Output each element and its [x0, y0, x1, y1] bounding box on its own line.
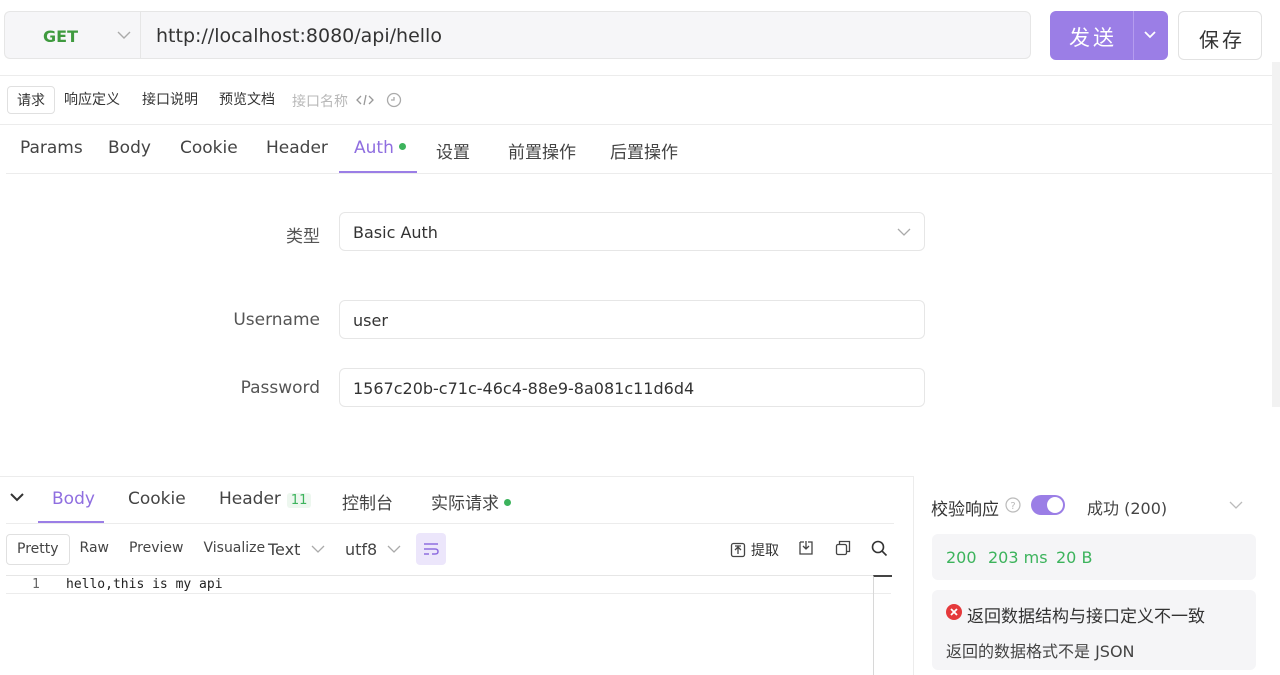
- username-label: Username: [233, 310, 320, 330]
- collapse-chevron-icon[interactable]: [10, 492, 24, 502]
- send-button[interactable]: 发送: [1050, 11, 1168, 60]
- tab-request[interactable]: 请求: [7, 86, 55, 114]
- method-select[interactable]: GET: [4, 11, 140, 59]
- response-stats-card: 200 203 ms 20 B: [932, 534, 1256, 580]
- chevron-down-icon: [311, 544, 325, 554]
- scrollbar-track[interactable]: [1272, 62, 1280, 407]
- response-divider: [0, 476, 913, 477]
- line-number: 1: [32, 577, 40, 592]
- tab-cookie[interactable]: Cookie: [180, 138, 238, 158]
- top-divider: [0, 75, 1272, 76]
- url-text: http://localhost:8080/api/hello: [156, 25, 442, 47]
- request-tabs-divider: [6, 173, 1272, 174]
- status-code: 200: [946, 548, 977, 567]
- format-pretty[interactable]: Pretty: [6, 534, 70, 565]
- tab-auth[interactable]: Auth: [354, 138, 406, 158]
- tab-response-definition[interactable]: 响应定义: [55, 86, 129, 114]
- encoding-select[interactable]: utf8: [345, 540, 377, 559]
- tab-pre-operations[interactable]: 前置操作: [508, 138, 576, 163]
- sync-icon[interactable]: [386, 92, 402, 108]
- extract-icon: [730, 542, 746, 558]
- help-icon: ?: [1005, 497, 1021, 513]
- tab-params[interactable]: Params: [20, 138, 83, 158]
- error-detail: 返回的数据格式不是 JSON: [946, 642, 1135, 661]
- response-body-text: hello,this is my api: [66, 577, 223, 592]
- extract-button[interactable]: 提取: [730, 540, 779, 560]
- api-name-input[interactable]: 接口名称: [292, 91, 348, 111]
- send-label: 发送: [1069, 26, 1117, 50]
- resp-tab-actual-request-label: 实际请求: [431, 494, 499, 514]
- username-input[interactable]: user: [339, 300, 925, 339]
- chevron-down-icon: [897, 227, 911, 237]
- username-value: user: [353, 311, 388, 330]
- encoding-value: utf8: [345, 540, 378, 559]
- word-wrap-button[interactable]: [416, 533, 446, 565]
- code-icon[interactable]: [356, 93, 374, 107]
- copy-icon[interactable]: [835, 540, 851, 556]
- response-time: 203 ms: [988, 548, 1048, 567]
- validate-response-label: 校验响应: [931, 500, 999, 520]
- method-label: GET: [43, 27, 78, 46]
- send-options-chevron-icon[interactable]: [1143, 30, 1157, 40]
- error-icon: [946, 604, 962, 620]
- format-raw[interactable]: Raw: [70, 534, 119, 565]
- password-label: Password: [240, 378, 320, 398]
- url-input[interactable]: http://localhost:8080/api/hello: [140, 11, 1031, 59]
- tab-header[interactable]: Header: [266, 138, 328, 158]
- password-value: 1567c20b-c71c-46c4-88e9-8a081c11d6d4: [353, 379, 695, 398]
- subtab-divider: [0, 124, 1272, 125]
- auth-type-value: Basic Auth: [353, 223, 438, 242]
- download-icon[interactable]: [798, 540, 814, 556]
- search-icon[interactable]: [871, 540, 888, 557]
- format-visualize[interactable]: Visualize: [193, 534, 275, 565]
- resp-tab-console[interactable]: 控制台: [342, 489, 393, 514]
- resp-tab-header-label: Header: [219, 489, 281, 509]
- format-segmented-control: Pretty Raw Preview Visualize: [6, 534, 275, 565]
- validation-error-card: 返回数据结构与接口定义不一致 返回的数据格式不是 JSON: [932, 590, 1256, 670]
- tab-settings[interactable]: 设置: [436, 138, 470, 163]
- resp-tabs-divider: [6, 523, 894, 524]
- save-button[interactable]: 保存: [1178, 11, 1262, 60]
- chevron-down-icon[interactable]: [1229, 500, 1243, 510]
- extract-label: 提取: [751, 543, 779, 559]
- actual-request-dot: [504, 499, 511, 506]
- auth-type-select[interactable]: Basic Auth: [339, 212, 925, 251]
- text-type-select[interactable]: Text: [268, 540, 300, 559]
- header-count-badge: 11: [286, 493, 312, 508]
- error-title: 返回数据结构与接口定义不一致: [967, 607, 1205, 627]
- svg-text:?: ?: [1010, 501, 1015, 512]
- resp-tab-actual-request[interactable]: 实际请求: [431, 489, 511, 514]
- auth-type-label: 类型: [286, 227, 320, 247]
- resp-tab-cookie[interactable]: Cookie: [128, 489, 186, 509]
- auth-active-dot: [398, 143, 406, 150]
- validate-toggle[interactable]: [1031, 495, 1065, 515]
- text-type-value: Text: [268, 540, 301, 559]
- save-label: 保存: [1199, 28, 1245, 52]
- tab-body[interactable]: Body: [108, 138, 151, 158]
- send-split-divider: [1133, 11, 1134, 60]
- resp-tab-header[interactable]: Header 11: [219, 489, 312, 509]
- editor-minimap[interactable]: [873, 575, 892, 675]
- wrap-icon: [423, 542, 439, 556]
- resp-tab-body[interactable]: Body: [52, 489, 95, 509]
- chevron-down-icon: [387, 544, 401, 554]
- format-preview[interactable]: Preview: [119, 534, 194, 565]
- tab-preview-docs[interactable]: 预览文档: [210, 86, 284, 114]
- tab-auth-label: Auth: [354, 138, 394, 158]
- password-input[interactable]: 1567c20b-c71c-46c4-88e9-8a081c11d6d4: [339, 368, 925, 407]
- toggle-knob: [1047, 497, 1063, 513]
- chevron-down-icon: [117, 30, 131, 40]
- tab-api-description[interactable]: 接口说明: [133, 86, 207, 114]
- response-size: 20 B: [1056, 548, 1093, 567]
- validation-status[interactable]: 成功 (200): [1087, 495, 1167, 519]
- tab-post-operations[interactable]: 后置操作: [610, 138, 678, 163]
